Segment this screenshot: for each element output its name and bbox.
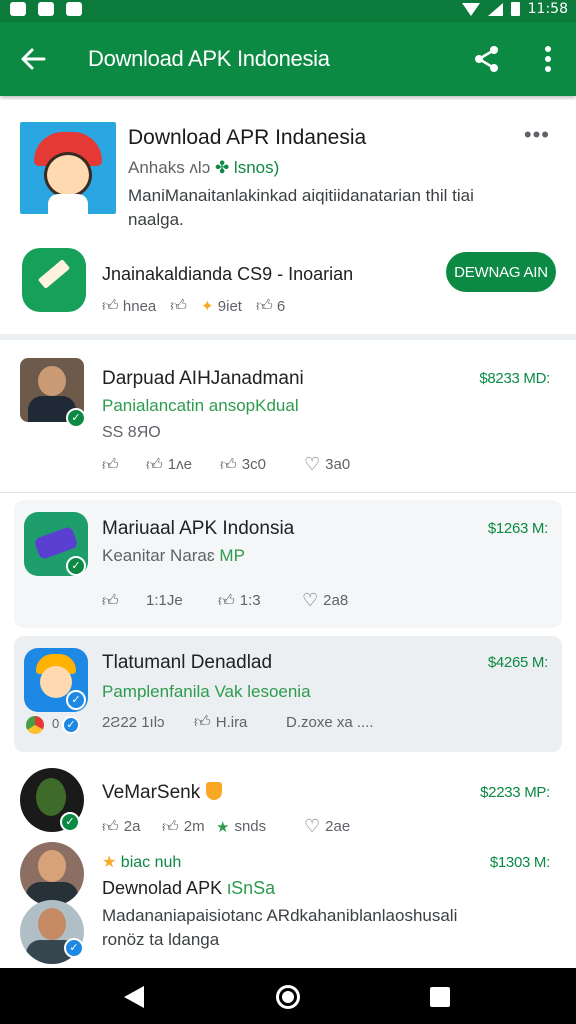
thumbs-up-icon[interactable]: 👍︎	[102, 817, 119, 837]
item-title: Dewnolad APK ιSnSa	[102, 878, 276, 898]
item-title: Darpuad AIHJanadmani	[102, 368, 304, 389]
app-icon[interactable]	[22, 248, 86, 312]
item-price: $1303 M:	[489, 854, 550, 871]
thumbs-up-icon[interactable]: 👍︎	[102, 591, 119, 611]
thumbs-up-icon[interactable]: 👍︎	[162, 817, 179, 837]
item-description: Madananiapaisiotanc ARdkahaniblanlaoshus…	[102, 906, 458, 949]
system-nav-bar	[0, 968, 576, 1024]
nav-home-icon[interactable]	[276, 985, 300, 1009]
app-bar: Download APK Indonesia	[0, 22, 576, 96]
verified-badge-icon: ✓	[66, 556, 86, 576]
item-meta: 👍︎ 1:1Je 👍︎ 1:3 ♡ 2a8	[102, 590, 349, 611]
item-price: $8233 MD:	[479, 370, 550, 387]
list-item[interactable]: ✓ ★ biac nuh $1303 M: Dewnolad APK ιSnSa…	[0, 840, 576, 966]
share-icon[interactable]	[472, 44, 502, 74]
app-hero-image[interactable]	[20, 122, 116, 214]
heart-icon[interactable]: ♡	[304, 816, 320, 837]
thumbs-up-icon[interactable]: 👍︎	[102, 296, 119, 316]
nav-back-icon[interactable]	[124, 986, 144, 1008]
star-icon: ★	[102, 852, 117, 871]
wifi-icon	[461, 2, 480, 16]
shield-icon	[205, 782, 222, 800]
featured-title[interactable]: Download APR Indanesia	[128, 126, 366, 150]
item-subtitle: Keanitar Naraɛ MP	[102, 546, 245, 565]
list-item[interactable]: ✓ Darpuad AIHJanadmani $8233 MD: Paniala…	[0, 346, 576, 492]
heart-icon[interactable]: ♡	[304, 454, 320, 475]
star-icon: ✦	[201, 297, 214, 315]
avatar	[20, 842, 84, 906]
signal-icon	[487, 2, 503, 16]
status-bar: 11:58	[0, 0, 576, 22]
item-meta: 👍︎ 👍︎ 1ʌe 👍︎ 3c0 ♡ 3a0	[102, 454, 351, 475]
item-extra: SS 8ЯO	[102, 424, 161, 441]
download-button[interactable]: DEWNAG AIN	[446, 252, 556, 292]
back-arrow-icon[interactable]	[18, 44, 48, 74]
chrome-icon	[26, 716, 44, 734]
notification-icon	[10, 2, 26, 16]
app-meta: 👍︎ hnea 👍︎ ✦ 9iet 👍︎ 6	[102, 296, 286, 316]
thumbs-up-icon[interactable]: 👍︎	[256, 296, 273, 316]
item-title: Tlatumanl Denadlad	[102, 652, 273, 673]
thumbs-up-icon[interactable]: 👍︎	[194, 712, 211, 732]
featured-description: ManiManaitanlakinkad aiqitiidanatarian t…	[128, 186, 474, 229]
featured-card: Download APR Indanesia ••• Anhaks ᴧlɔ ✤ …	[0, 100, 576, 340]
item-meta: 👍︎ 2a 👍︎ 2m ★ snds ♡ 2ae	[102, 816, 351, 837]
star-icon: ★	[216, 817, 230, 836]
thumbs-up-icon[interactable]: 👍︎	[218, 591, 235, 611]
leaf-icon: ✤	[214, 158, 230, 177]
item-title: VeMarSenk	[102, 782, 222, 804]
verified-badge-icon: ✓	[60, 812, 80, 832]
featured-subtitle: Anhaks ᴧlɔ ✤ lsnos)	[128, 158, 280, 177]
verified-badge-icon: ✓	[66, 408, 86, 428]
item-subtitle: Panialancatin ansopKdual	[102, 396, 299, 415]
verified-badge-icon: ✓	[66, 690, 86, 710]
notification-icon	[38, 2, 54, 16]
notification-icon	[66, 2, 82, 16]
item-meta: 2Ƨ22 1ılɔ 👍︎ H.ira D.zoxe xa ....	[102, 712, 374, 732]
item-price: $2233 MP:	[480, 784, 550, 801]
item-subtitle: Pamplenfanila Vak lesoenia	[102, 682, 311, 701]
verified-badge-icon: ✓	[64, 938, 84, 958]
thumbs-up-icon[interactable]: 👍︎	[170, 296, 187, 316]
more-dots-icon[interactable]: •••	[524, 122, 550, 148]
thumbs-up-icon[interactable]: 👍︎	[102, 455, 119, 475]
item-price: $1263 M:	[487, 520, 548, 537]
battery-icon	[510, 2, 520, 16]
verified-badge-icon: ✓	[62, 716, 80, 734]
item-price: $4265 M:	[487, 654, 548, 671]
app-title[interactable]: Jnainakaldianda CS9 - Inoarian	[102, 264, 353, 285]
list-item[interactable]: ✓ 0 ✓ Tlatumanl Denadlad $4265 M: Pample…	[14, 636, 562, 752]
overflow-menu-icon[interactable]	[538, 44, 558, 74]
item-title: Mariuaal APK Indonsia	[102, 518, 295, 539]
thumbs-up-icon[interactable]: 👍︎	[220, 455, 237, 475]
thumbs-up-icon[interactable]: 👍︎	[146, 455, 163, 475]
status-time: 11:58	[527, 1, 568, 17]
list-item[interactable]: ✓ Mariuaal APK Indonsia $1263 M: Keanita…	[14, 500, 562, 628]
heart-icon[interactable]: ♡	[302, 590, 318, 611]
nav-recents-icon[interactable]	[430, 987, 450, 1007]
list-item[interactable]: ✓ VeMarSenk $2233 MP: 👍︎ 2a 👍︎ 2m ★ snds ♡ 2…	[0, 760, 576, 840]
page-title: Download APK Indonesia	[88, 46, 330, 71]
item-tag: ★ biac nuh	[102, 852, 182, 871]
